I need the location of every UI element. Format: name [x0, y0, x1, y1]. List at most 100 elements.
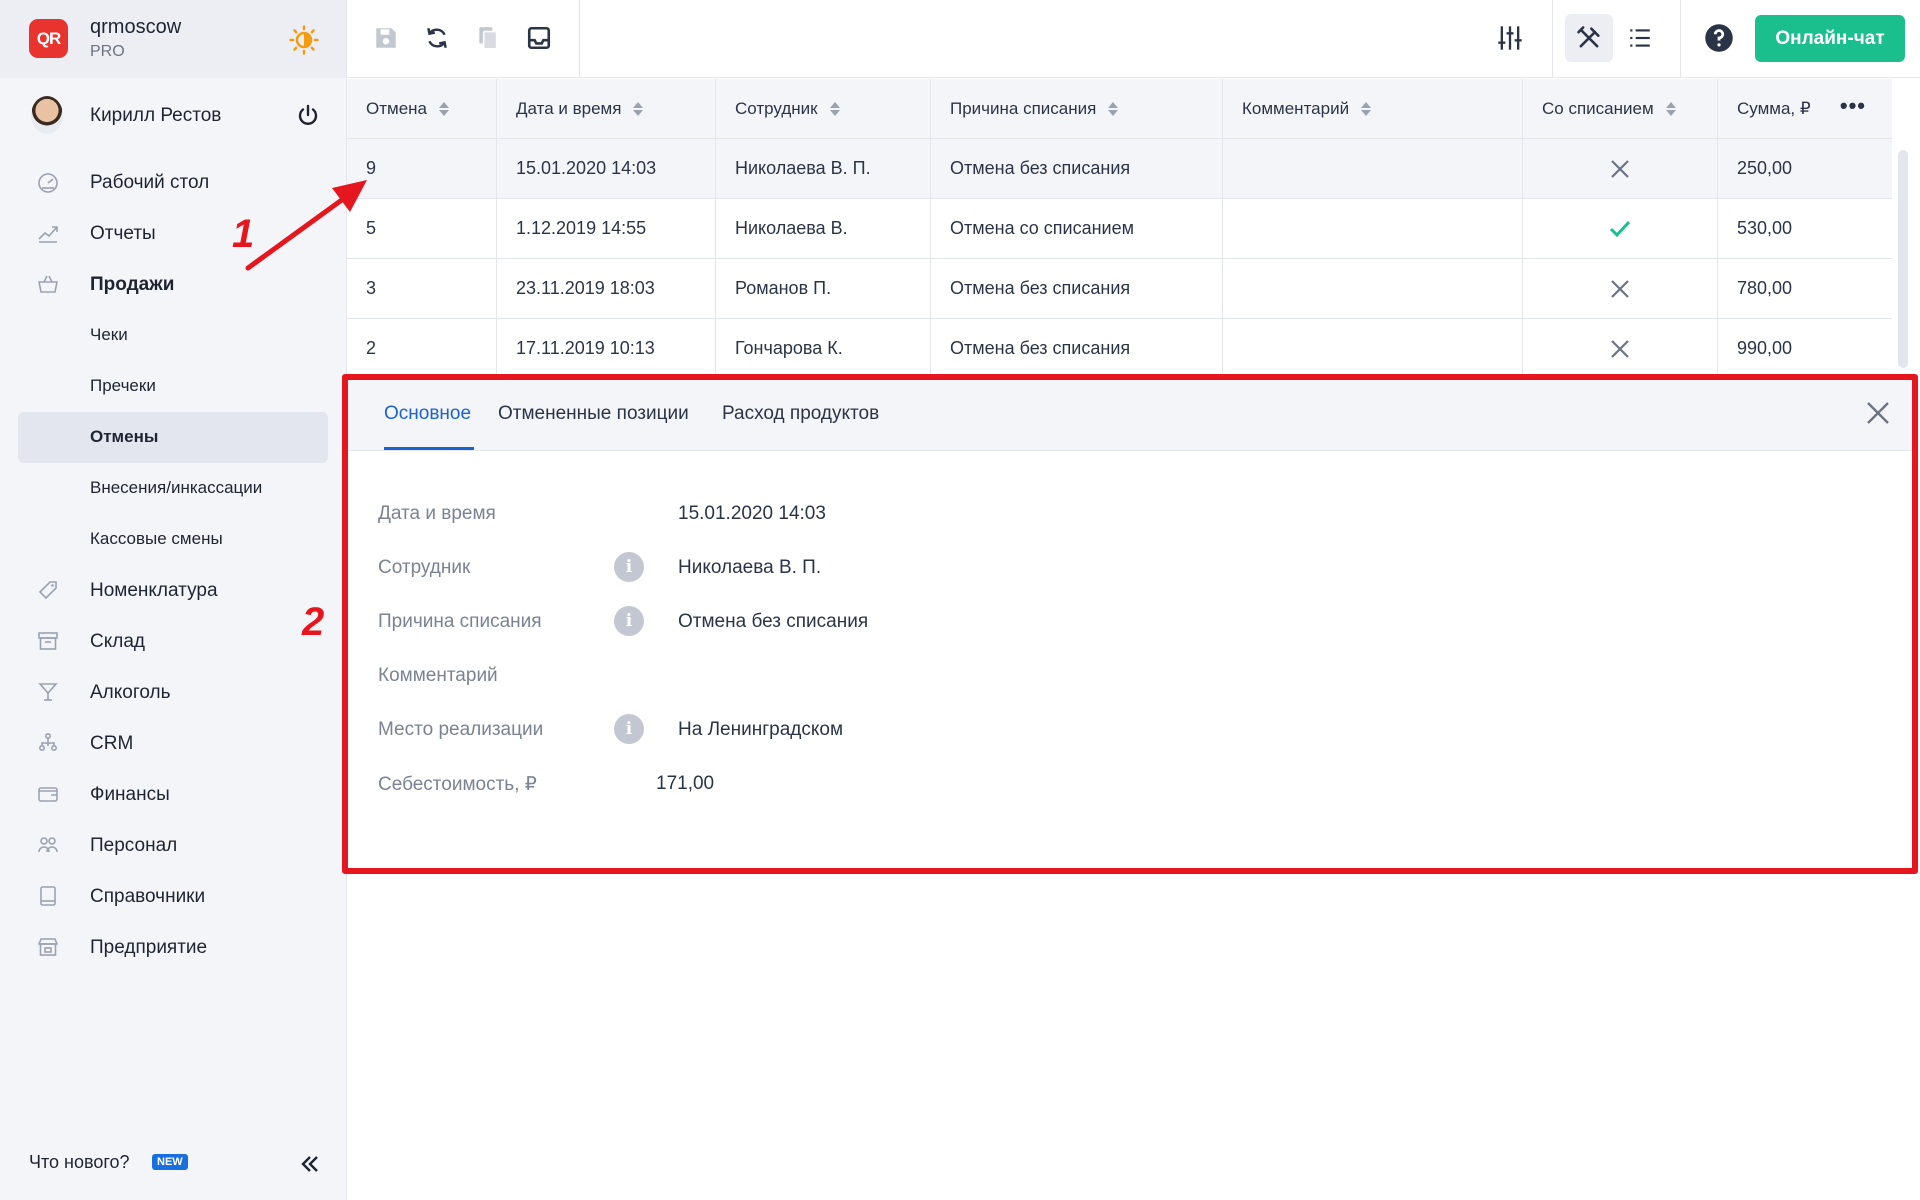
active-tab-indicator — [384, 447, 474, 450]
more-options-icon[interactable]: ••• — [1840, 95, 1866, 117]
nav-sub-label: Кассовые смены — [90, 529, 223, 548]
nav-sub-cancellations[interactable]: Отмены — [18, 412, 328, 463]
table-cell — [1223, 319, 1523, 378]
nav-sub-shifts[interactable]: Кассовые смены — [0, 514, 346, 565]
nav-label: Алкоголь — [90, 681, 171, 703]
info-icon[interactable]: i — [614, 606, 644, 636]
nav-sub-checks[interactable]: Чеки — [0, 310, 346, 361]
column-header[interactable]: Отмена — [347, 79, 497, 138]
info-icon[interactable]: i — [614, 714, 644, 744]
table-cell: Отмена со списанием — [931, 199, 1223, 258]
table-row[interactable]: 5 1.12.2019 14:55 Николаева В. Отмена со… — [347, 199, 1892, 259]
user-profile: Кирилл Рестов — [0, 92, 346, 142]
table-cell — [1523, 199, 1718, 258]
glass-icon — [38, 683, 58, 701]
annotation-number-1: 1 — [232, 212, 255, 256]
tools-button[interactable] — [1573, 22, 1605, 54]
help-icon — [1705, 24, 1733, 52]
copy-button[interactable] — [472, 22, 504, 54]
table-cell: 2 — [347, 319, 497, 378]
toolbar-separator — [1680, 0, 1681, 78]
power-icon[interactable] — [296, 104, 320, 128]
table-row[interactable]: 9 15.01.2020 14:03 Николаева В. П. Отмен… — [347, 139, 1892, 199]
nav-item-crm[interactable]: CRM — [0, 718, 346, 769]
table-cell — [1523, 319, 1718, 378]
cross-icon — [1611, 339, 1629, 358]
nav-label: Склад — [90, 630, 145, 652]
nav-sub-label: Внесения/инкассации — [90, 478, 263, 497]
toolbar-separator — [579, 0, 580, 78]
column-header[interactable]: Причина списания — [931, 79, 1223, 138]
nav-sub-prechecks[interactable]: Пречеки — [0, 361, 346, 412]
nav-item-warehouse[interactable]: Склад — [0, 616, 346, 667]
sort-icon[interactable] — [1108, 101, 1119, 117]
refresh-icon — [427, 28, 447, 48]
annotation-arrow-icon — [245, 180, 367, 271]
sort-icon[interactable] — [1361, 101, 1372, 117]
table-scrollbar[interactable] — [1898, 150, 1908, 368]
brand-name[interactable]: qrmoscow — [90, 16, 181, 39]
dashboard-icon — [38, 173, 58, 193]
refresh-button[interactable] — [421, 22, 453, 54]
save-button[interactable] — [370, 22, 402, 54]
table-cell: Отмена без списания — [931, 259, 1223, 318]
sort-icon[interactable] — [439, 101, 449, 117]
theme-toggle-icon[interactable] — [289, 25, 319, 55]
sort-icon[interactable] — [1665, 101, 1676, 117]
table-cell — [1223, 259, 1523, 318]
sort-icon[interactable] — [829, 101, 840, 117]
nav-item-nomenclature[interactable]: Номенклатура — [0, 565, 346, 616]
main-nav: Рабочий стол Отчеты Продажи Чеки Пречеки… — [0, 157, 346, 973]
table-cell: 530,00 — [1737, 218, 1793, 238]
tab-main[interactable]: Основное — [384, 403, 471, 425]
column-header[interactable]: Комментарий — [1223, 79, 1523, 138]
tag-icon — [38, 581, 57, 600]
tab-cancelled-items[interactable]: Отмененные позиции — [498, 403, 689, 425]
column-header[interactable]: Сотрудник — [716, 79, 931, 138]
list-view-button[interactable] — [1624, 22, 1656, 54]
tab-product-consumption[interactable]: Расход продуктов — [722, 403, 879, 425]
nav-item-staff[interactable]: Персонал — [0, 820, 346, 871]
field-value-reason: Отмена без списания — [678, 611, 869, 632]
nav-sub-label: Чеки — [90, 325, 128, 344]
nav-item-finance[interactable]: Финансы — [0, 769, 346, 820]
whats-new-link[interactable]: Что нового? — [29, 1152, 130, 1173]
info-icon[interactable]: i — [614, 552, 644, 582]
online-chat-button[interactable]: Онлайн-чат — [1755, 15, 1905, 62]
nav-item-enterprise[interactable]: Предприятие — [0, 922, 346, 973]
table-cell: Романов П. — [716, 259, 931, 318]
field-label-datetime: Дата и время — [378, 503, 496, 524]
column-header[interactable]: Дата и время — [497, 79, 716, 138]
table-cell: Николаева В. П. — [716, 139, 931, 198]
sliders-icon — [1498, 26, 1522, 50]
inbox-button[interactable] — [523, 22, 555, 54]
user-name[interactable]: Кирилл Рестов — [90, 105, 221, 127]
table-row[interactable]: 3 23.11.2019 18:03 Романов П. Отмена без… — [347, 259, 1892, 319]
filters-button[interactable] — [1494, 22, 1526, 54]
box-icon — [38, 632, 58, 650]
column-header[interactable]: Сумма, ₽ ••• — [1718, 79, 1892, 138]
nav-sub-label: Пречеки — [90, 376, 156, 395]
sort-icon[interactable] — [633, 101, 644, 117]
toolbar-separator — [1552, 0, 1553, 78]
crm-icon — [38, 732, 58, 752]
avatar[interactable] — [31, 96, 63, 134]
field-value-cost: 171,00 — [656, 773, 715, 794]
nav-item-alcohol[interactable]: Алкоголь — [0, 667, 346, 718]
help-button[interactable] — [1703, 22, 1735, 54]
field-label-location: Место реализации — [378, 719, 544, 740]
chart-icon — [38, 226, 58, 243]
table-cell — [1523, 139, 1718, 198]
collapse-sidebar-icon[interactable] — [298, 1152, 322, 1176]
table-cell — [1223, 199, 1523, 258]
nav-item-references[interactable]: Справочники — [0, 871, 346, 922]
people-icon — [38, 837, 58, 853]
close-icon[interactable] — [1863, 398, 1893, 428]
detail-tabs: Основное Отмененные позиции Расход проду… — [348, 376, 1913, 451]
toolbar: Онлайн-чат — [347, 0, 1920, 78]
table-row[interactable]: 2 17.11.2019 10:13 Гончарова К. Отмена б… — [347, 319, 1892, 379]
field-label-reason: Причина списания — [378, 611, 542, 632]
nav-sub-cash-operations[interactable]: Внесения/инкассации — [0, 463, 346, 514]
column-header[interactable]: Со списанием — [1523, 79, 1718, 138]
nav-label: Продажи — [90, 273, 175, 295]
